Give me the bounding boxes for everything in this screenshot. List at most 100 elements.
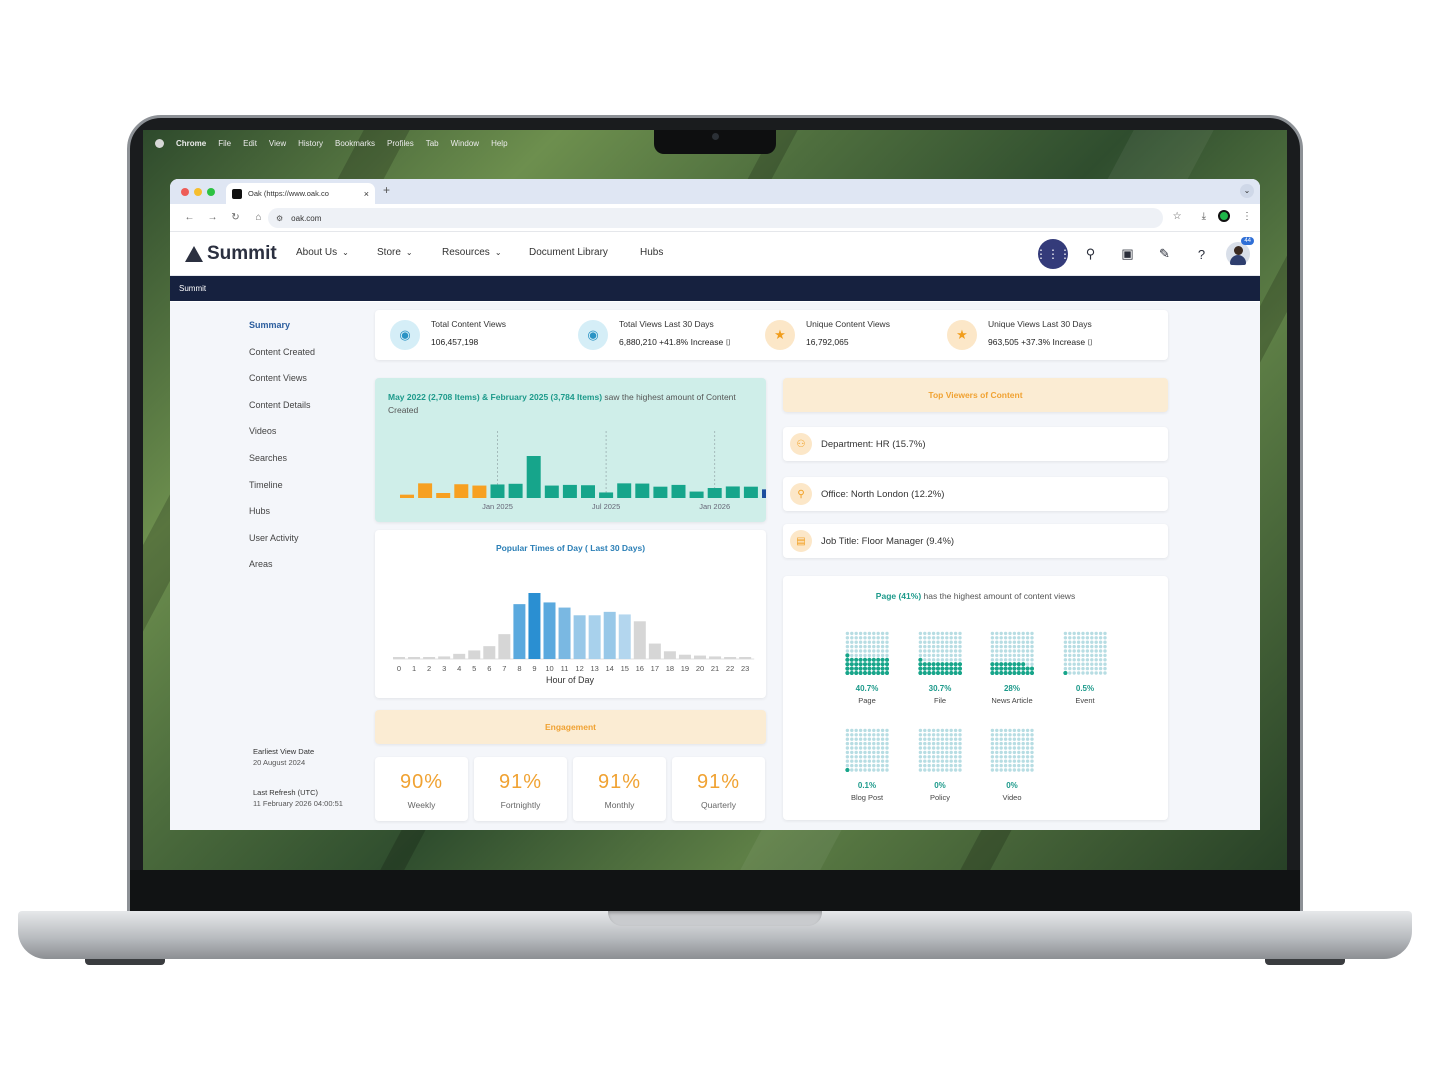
waffle-dot: [949, 759, 953, 763]
viewer-row-job-title[interactable]: ▤ Job Title: Floor Manager (9.4%): [783, 524, 1168, 558]
forward-icon[interactable]: →: [201, 212, 224, 223]
menu-window[interactable]: Window: [451, 139, 479, 148]
sidebar-item-areas[interactable]: Areas: [249, 555, 369, 582]
sidebar-item-content-views[interactable]: Content Views: [249, 369, 369, 396]
hour-bar: [573, 615, 586, 659]
sidebar-item-timeline[interactable]: Timeline: [249, 476, 369, 503]
browser-menu-icon[interactable]: ⋮: [1242, 211, 1252, 222]
help-icon[interactable]: ?: [1183, 238, 1220, 270]
sidebar-item-content-details[interactable]: Content Details: [249, 396, 369, 423]
waffle-dot: [850, 644, 854, 649]
apple-icon[interactable]: [155, 138, 164, 148]
search-icon[interactable]: ⚲: [1072, 238, 1109, 270]
waffle-dot: [927, 644, 931, 649]
engagement-label: Weekly: [407, 800, 436, 810]
waffle-dot: [1007, 670, 1013, 676]
back-icon[interactable]: ←: [178, 212, 201, 223]
sidebar-item-user-activity[interactable]: User Activity: [249, 529, 369, 556]
waffle-dot: [880, 662, 885, 667]
minimize-window-button[interactable]: [194, 187, 202, 196]
waffle-dot: [1012, 750, 1017, 755]
menu-edit[interactable]: Edit: [243, 139, 257, 148]
waffle-dot: [1103, 662, 1107, 666]
sidebar-item-videos[interactable]: Videos: [249, 422, 369, 449]
profile-icon[interactable]: [1218, 210, 1230, 222]
content-created-card[interactable]: May 2022 (2,708 Items) & February 2025 (…: [375, 378, 766, 522]
nav-about[interactable]: About Us ⌄: [296, 247, 349, 258]
waffle-dot: [958, 640, 962, 644]
nav-document-library[interactable]: Document Library: [529, 247, 608, 258]
waffle-dot: [923, 658, 927, 662]
breadcrumb[interactable]: Summit: [170, 276, 1260, 301]
url-input[interactable]: ⚙ oak.com: [268, 208, 1163, 228]
waffle-dot: [1025, 750, 1030, 755]
menu-bookmarks[interactable]: Bookmarks: [335, 139, 375, 148]
site-info-icon[interactable]: ⚙: [276, 214, 283, 223]
viewer-row-office[interactable]: ⚲ Office: North London (12.2%): [783, 477, 1168, 511]
waffle-dot: [880, 666, 885, 671]
chat-icon[interactable]: ▣: [1109, 238, 1146, 270]
sidebar-item-content-created[interactable]: Content Created: [249, 343, 369, 370]
menu-profiles[interactable]: Profiles: [387, 139, 414, 148]
reload-icon[interactable]: ↻: [224, 212, 247, 223]
bookmark-star-icon[interactable]: ☆: [1173, 211, 1182, 222]
menu-chrome[interactable]: Chrome: [176, 139, 206, 148]
waffle-dot: [990, 737, 995, 741]
content-created-bar: [743, 486, 758, 498]
waffle-dot: [876, 657, 881, 662]
waffle-dot: [871, 657, 876, 662]
waffle-dot: [845, 746, 850, 750]
waffle-dot: [945, 636, 949, 640]
home-icon[interactable]: ⌂: [247, 212, 270, 223]
waffle-dot: [923, 631, 927, 636]
hour-tick-label: 15: [621, 664, 629, 673]
waffle-dot: [1085, 658, 1090, 662]
waffle-dot: [918, 631, 923, 636]
new-tab-button[interactable]: +: [383, 183, 390, 197]
maximize-window-button[interactable]: [207, 187, 215, 196]
waffle-dot: [1085, 640, 1090, 644]
menu-help[interactable]: Help: [491, 139, 507, 148]
menu-view[interactable]: View: [269, 139, 286, 148]
waffle-dot: [940, 649, 945, 653]
sidebar-item-summary[interactable]: Summary: [249, 316, 369, 343]
waffle-dot: [1072, 640, 1076, 644]
viewer-row-department[interactable]: ⚇ Department: HR (15.7%): [783, 427, 1168, 461]
notification-badge: 44: [1241, 237, 1254, 245]
waffle-dot: [1016, 662, 1021, 667]
waffle-dot: [936, 746, 940, 750]
waffle-dot: [1021, 644, 1025, 649]
avatar[interactable]: 44: [1226, 237, 1254, 266]
close-window-button[interactable]: [181, 187, 189, 196]
menu-tab[interactable]: Tab: [426, 139, 439, 148]
menu-history[interactable]: History: [298, 139, 323, 148]
waffle-dot: [1072, 653, 1076, 658]
waffle-dot: [935, 670, 941, 676]
waffle-dot: [931, 755, 936, 759]
waffle-dot: [990, 658, 995, 662]
waffle-dot: [845, 741, 850, 746]
waffle-label: File: [933, 696, 947, 705]
menu-file[interactable]: File: [218, 139, 231, 148]
tab-search-icon[interactable]: ⌄: [1240, 184, 1254, 198]
close-tab-icon[interactable]: ×: [364, 189, 369, 199]
summit-logo[interactable]: Summit: [185, 243, 277, 265]
nav-store[interactable]: Store ⌄: [377, 247, 413, 258]
apps-grid-button[interactable]: ⋮⋮⋮: [1035, 239, 1071, 269]
sidebar-item-hubs[interactable]: Hubs: [249, 502, 369, 529]
hour-bar: [709, 656, 722, 659]
hour-tick-label: 16: [636, 664, 644, 673]
waffle-dot: [1090, 640, 1094, 644]
nav-hubs[interactable]: Hubs: [640, 247, 663, 258]
magic-wand-icon[interactable]: ✎: [1146, 238, 1183, 270]
waffle-dot: [1063, 640, 1068, 644]
waffle-dot: [854, 649, 858, 653]
download-icon[interactable]: ⤓: [1202, 211, 1206, 222]
waffle-dot: [1081, 653, 1085, 658]
browser-tab[interactable]: Oak (https://www.oak.co ×: [226, 183, 375, 204]
sidebar-item-searches[interactable]: Searches: [249, 449, 369, 476]
waffle-dot: [953, 662, 958, 667]
nav-resources[interactable]: Resources ⌄: [442, 247, 502, 258]
waffle-dot: [995, 653, 999, 658]
engagement-monthly: 91% Monthly: [573, 757, 666, 821]
